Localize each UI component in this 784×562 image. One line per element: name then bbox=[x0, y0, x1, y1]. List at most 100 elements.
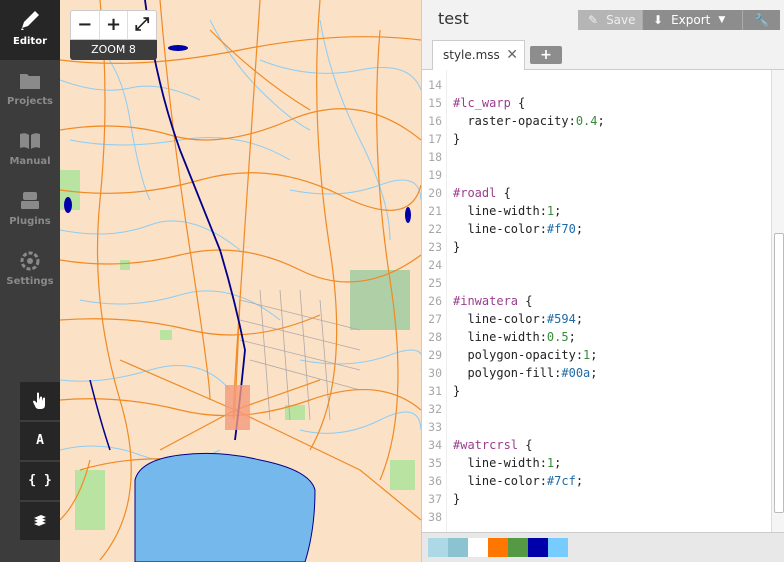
save-label: Save bbox=[606, 13, 636, 27]
code-line[interactable]: line-color:#f70; bbox=[453, 222, 583, 236]
line-number: 23 bbox=[428, 240, 442, 254]
line-number: 35 bbox=[428, 456, 442, 470]
map-view[interactable]: − + ⤢ ZOOM 8 bbox=[60, 0, 421, 562]
pencil-icon: ✎ bbox=[588, 13, 599, 27]
color-swatch[interactable] bbox=[428, 538, 448, 557]
code-token: { bbox=[518, 294, 533, 308]
code-line[interactable]: #watrcrsl { bbox=[453, 438, 532, 452]
code-token: } bbox=[453, 132, 461, 146]
sidebar-item-settings[interactable]: Settings bbox=[0, 240, 60, 300]
line-number: 15 bbox=[428, 96, 442, 110]
color-swatch[interactable] bbox=[528, 538, 548, 557]
zoom-out-button[interactable]: − bbox=[71, 11, 100, 39]
code-line[interactable]: line-width:1; bbox=[453, 204, 561, 218]
close-icon[interactable]: ✕ bbox=[506, 41, 518, 69]
code-scrollbar[interactable] bbox=[771, 70, 784, 532]
tab-style-mss[interactable]: style.mss ✕ bbox=[432, 40, 525, 70]
code-line[interactable]: line-width:1; bbox=[453, 456, 561, 470]
code-token: ; bbox=[575, 474, 584, 488]
scroll-thumb[interactable] bbox=[774, 233, 784, 513]
color-palette bbox=[422, 532, 784, 562]
sidebar-item-manual[interactable]: Manual bbox=[0, 120, 60, 180]
code-line[interactable]: polygon-opacity:1; bbox=[453, 348, 598, 362]
code-tool-button[interactable]: { } bbox=[20, 462, 60, 500]
hand-pointer-icon bbox=[33, 392, 45, 409]
line-number: 33 bbox=[428, 420, 442, 434]
code-line[interactable]: line-color:#594; bbox=[453, 312, 583, 326]
code-token: ; bbox=[590, 348, 598, 362]
map-canvas[interactable] bbox=[60, 0, 421, 562]
tools-button[interactable]: 🔧 bbox=[743, 10, 780, 30]
code-token: 0.4 bbox=[575, 114, 598, 128]
code-token: { bbox=[510, 96, 526, 110]
color-swatch[interactable] bbox=[488, 538, 508, 557]
code-line[interactable]: } bbox=[453, 384, 460, 398]
line-number: 25 bbox=[428, 276, 442, 290]
code-line[interactable]: line-color:#7cf; bbox=[453, 474, 583, 488]
code-token: line-color: bbox=[453, 474, 547, 488]
line-number: 34 bbox=[428, 438, 442, 452]
layers-tool-button[interactable] bbox=[20, 502, 60, 540]
export-label: Export bbox=[671, 13, 711, 27]
line-number: 36 bbox=[428, 474, 442, 488]
code-token: #7cf bbox=[546, 474, 576, 488]
code-line[interactable]: #inwatera { bbox=[453, 294, 532, 308]
line-number: 30 bbox=[428, 366, 442, 380]
line-number: 17 bbox=[428, 132, 442, 146]
code-token: #watrcrsl bbox=[453, 438, 519, 452]
code-line[interactable]: #roadl { bbox=[453, 186, 511, 200]
lake bbox=[168, 45, 188, 51]
zoom-control: − + ⤢ ZOOM 8 bbox=[70, 10, 157, 60]
code-token: ; bbox=[554, 204, 562, 218]
sidebar-item-projects[interactable]: Projects bbox=[0, 60, 60, 120]
line-number: 29 bbox=[428, 348, 442, 362]
zoom-in-button[interactable]: + bbox=[100, 11, 129, 39]
save-button[interactable]: ✎ Save bbox=[578, 10, 643, 30]
urban-area bbox=[225, 385, 250, 430]
code-editor[interactable]: 14 15 16 17 18 19 20 21 22 23 24 25 26 27 28 29 30 31 32 33… bbox=[422, 70, 771, 532]
color-swatch[interactable] bbox=[548, 538, 568, 557]
gear-icon bbox=[20, 251, 40, 271]
code-token: { bbox=[496, 186, 511, 200]
code-line[interactable]: #lc_warp { bbox=[453, 96, 525, 110]
left-sidebar: Editor Projects Manual Plugins Settings bbox=[0, 0, 60, 562]
export-button[interactable]: ⬇ Export ▼ bbox=[643, 10, 743, 30]
tab-label: style.mss bbox=[443, 48, 500, 62]
code-token: ; bbox=[554, 456, 562, 470]
fullscreen-button[interactable]: ⤢ bbox=[128, 11, 156, 39]
code-line[interactable]: } bbox=[453, 240, 460, 254]
download-icon: ⬇ bbox=[653, 13, 664, 27]
color-swatch[interactable] bbox=[468, 538, 488, 557]
line-number: 24 bbox=[428, 258, 442, 272]
code-token: ; bbox=[597, 114, 605, 128]
line-number: 31 bbox=[428, 384, 442, 398]
project-title: test bbox=[438, 9, 469, 28]
code-line[interactable]: polygon-fill:#00a; bbox=[453, 366, 597, 380]
color-swatch[interactable] bbox=[448, 538, 468, 557]
font-tool-button[interactable]: A bbox=[20, 422, 60, 460]
gulf-water bbox=[134, 452, 316, 562]
folder-icon bbox=[20, 74, 40, 89]
add-tab-button[interactable]: + bbox=[530, 46, 562, 64]
code-line[interactable]: line-width:0.5; bbox=[453, 330, 575, 344]
code-token: polygon-opacity: bbox=[453, 348, 584, 362]
code-token: #00a bbox=[561, 366, 591, 380]
code-line[interactable]: raster-opacity:0.4; bbox=[453, 114, 605, 128]
sidebar-item-label: Settings bbox=[6, 276, 54, 287]
code-line[interactable]: } bbox=[453, 492, 460, 506]
color-swatch[interactable] bbox=[508, 538, 528, 557]
line-number: 14 bbox=[428, 78, 442, 92]
sidebar-item-plugins[interactable]: Plugins bbox=[0, 180, 60, 240]
sidebar-item-label: Editor bbox=[13, 36, 47, 47]
sidebar-item-editor[interactable]: Editor bbox=[0, 0, 60, 60]
pan-tool-button[interactable] bbox=[20, 382, 60, 420]
code-line[interactable]: } bbox=[453, 132, 460, 146]
line-number: 28 bbox=[428, 330, 442, 344]
line-number: 38 bbox=[428, 510, 442, 524]
action-buttons: ✎ Save ⬇ Export ▼ 🔧 bbox=[578, 10, 780, 30]
code-token: ; bbox=[575, 312, 584, 326]
layers-icon bbox=[34, 515, 46, 526]
pencil-icon bbox=[21, 11, 39, 30]
line-number: 26 bbox=[428, 294, 442, 308]
code-token: } bbox=[453, 384, 461, 398]
